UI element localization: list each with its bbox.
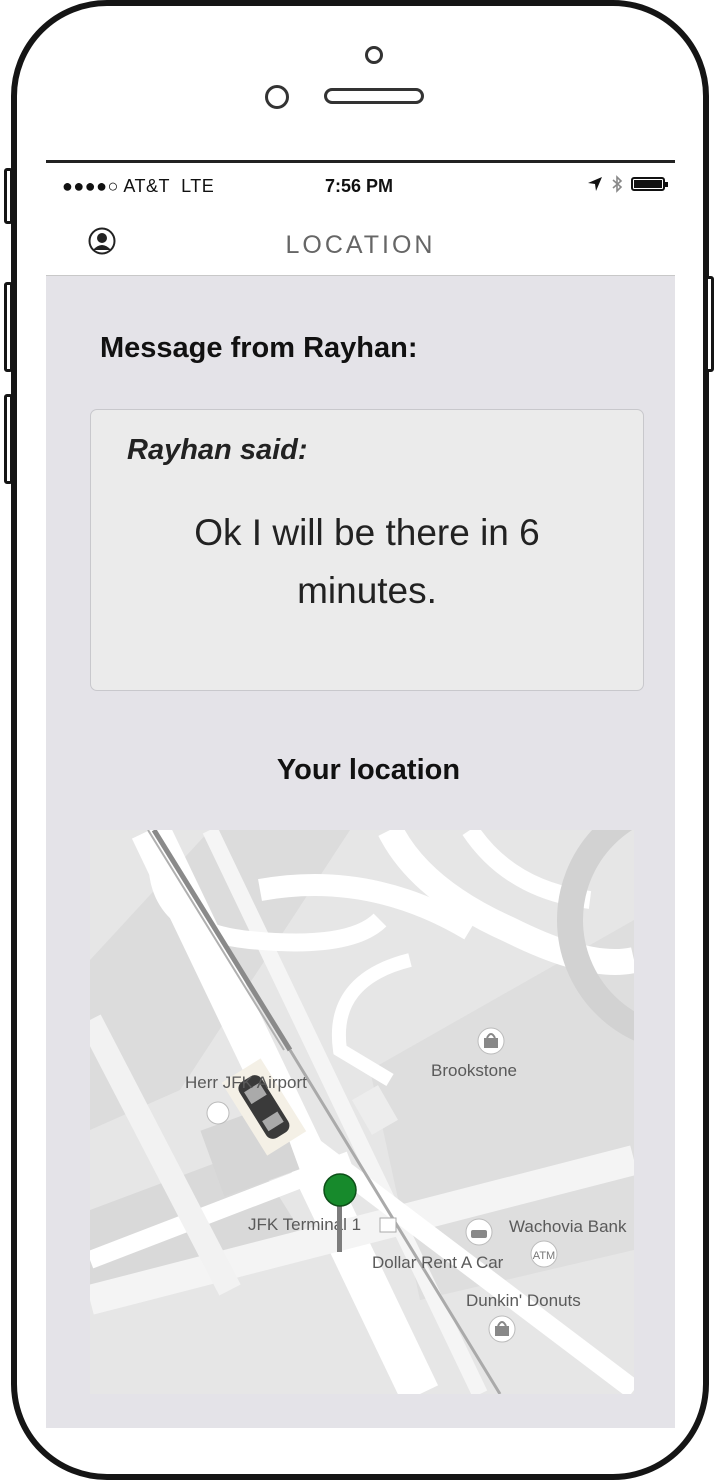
location-heading: Your location	[276, 754, 461, 786]
volume-down-button	[4, 394, 13, 484]
volume-up-button	[4, 282, 13, 372]
carrier-label: ●●●●○ AT&T LTE	[62, 176, 215, 196]
message-text: Ok I will be there in 6 minutes.	[194, 512, 540, 611]
map-label-airport: Herr JFK Airport	[185, 1073, 307, 1092]
location-map[interactable]: ATM Herr JFK Airport Brookstone JFK Term…	[90, 830, 634, 1394]
sender-line: Rayhan said:	[127, 434, 308, 466]
shopping-bag-icon	[488, 1315, 516, 1343]
power-button	[705, 276, 714, 372]
battery-icon	[631, 177, 668, 191]
map-label-terminal: JFK Terminal 1	[248, 1215, 361, 1234]
map-canvas: ATM Herr JFK Airport Brookstone JFK Term…	[90, 830, 634, 1394]
front-camera	[265, 85, 289, 109]
terminal-icon	[379, 1217, 397, 1233]
message-card: Rayhan said: Ok I will be there in 6 min…	[90, 409, 644, 691]
bluetooth-icon	[612, 175, 623, 193]
page-title: LOCATION	[285, 231, 436, 259]
top-bar: ●●●●○ AT&T LTE 7:56 PM LOCATION	[46, 160, 675, 276]
earpiece-speaker	[324, 88, 424, 104]
map-label-dollar: Dollar Rent A Car	[372, 1253, 504, 1272]
shopping-bag-icon	[477, 1027, 505, 1055]
status-time: 7:56 PM	[325, 176, 394, 196]
status-icons	[587, 175, 668, 193]
message-heading: Message from Rayhan:	[100, 332, 418, 364]
airport-marker-icon	[206, 1101, 230, 1125]
mute-switch	[4, 168, 13, 224]
app-screen: ●●●●○ AT&T LTE 7:56 PM LOCATION Message …	[46, 160, 675, 1428]
atm-icon: ATM	[530, 1240, 558, 1268]
location-arrow-icon	[588, 177, 602, 191]
svg-text:ATM: ATM	[533, 1250, 555, 1262]
map-label-dunkin: Dunkin' Donuts	[466, 1291, 581, 1310]
car-rental-icon	[465, 1218, 493, 1246]
map-label-wachovia: Wachovia Bank	[509, 1217, 627, 1236]
map-label-brookstone: Brookstone	[431, 1061, 517, 1080]
proximity-sensor	[365, 46, 383, 64]
